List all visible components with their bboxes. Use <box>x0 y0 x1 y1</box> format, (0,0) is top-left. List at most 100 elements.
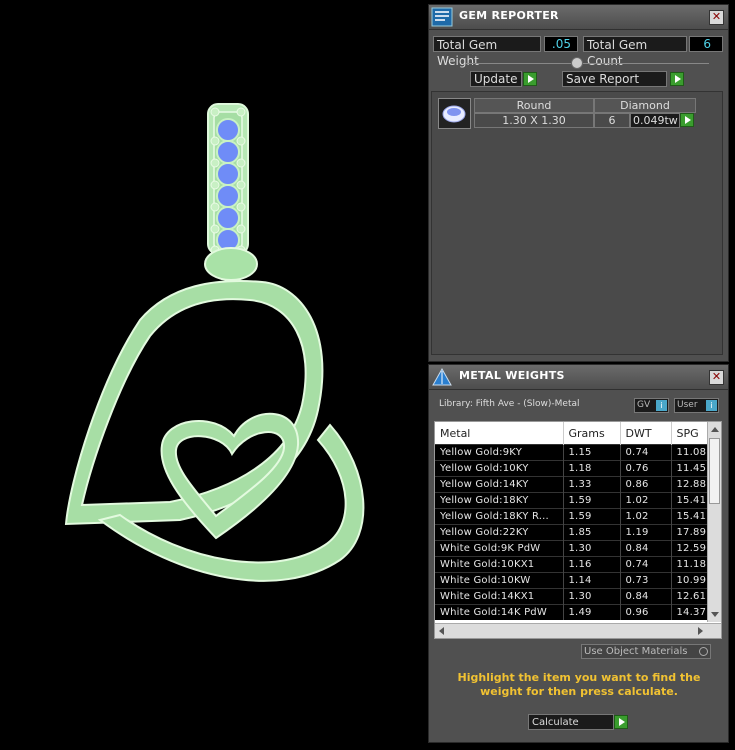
metal-name-cell: Yellow Gold:22KY <box>435 524 564 541</box>
scroll-down-icon[interactable] <box>711 612 719 617</box>
table-row[interactable]: Yellow Gold:14KY 1.33 0.86 12.88 <box>435 476 708 493</box>
column-header[interactable]: Metal <box>435 422 564 445</box>
metal-name-cell: Yellow Gold:9KY <box>435 444 564 461</box>
gem-details-button[interactable] <box>680 113 694 127</box>
metal-name-cell: Yellow Gold:18KY R... <box>435 508 564 525</box>
gv-label: GV <box>637 400 651 410</box>
update-label: Update <box>470 71 522 87</box>
calculate-hint: Highlight the item you want to find the … <box>457 671 701 698</box>
grams-cell: 1.33 <box>563 476 621 493</box>
spg-cell: 15.41 <box>671 508 708 525</box>
pendant-bail <box>207 103 249 255</box>
vertical-scrollbar[interactable] <box>707 422 721 622</box>
grams-cell: 1.59 <box>563 508 621 525</box>
gem-weight: 0.049tw <box>630 113 680 128</box>
spg-cell: 12.88 <box>671 476 708 493</box>
gem-row[interactable]: Round Diamond 1.30 X 1.30 6 0.049tw <box>438 98 696 130</box>
table-row[interactable]: Yellow Gold:18KY 1.59 1.02 15.41 <box>435 492 708 509</box>
column-header[interactable]: Grams <box>563 422 621 445</box>
close-icon[interactable]: ✕ <box>709 10 724 25</box>
table-row[interactable]: Yellow Gold:9KY 1.15 0.74 11.08 <box>435 444 708 461</box>
panel-splitter[interactable] <box>465 63 709 64</box>
table-row[interactable]: White Gold:10KX1 1.16 0.74 11.18 <box>435 556 708 573</box>
metal-name-cell: White Gold:10KW <box>435 572 564 589</box>
table-row[interactable]: Yellow Gold:22KY 1.85 1.19 17.89 <box>435 524 708 541</box>
gem-reporter-titlebar[interactable]: GEM REPORTER ✕ <box>429 5 728 30</box>
spg-cell: 10.99 <box>671 572 708 589</box>
gem-reporter-panel: GEM REPORTER ✕ Total Gem Weight .05 Tota… <box>428 4 729 362</box>
scroll-thumb[interactable] <box>709 438 720 504</box>
metal-weights-titlebar[interactable]: METAL WEIGHTS ✕ <box>429 365 728 390</box>
spg-cell: 11.45 <box>671 460 708 477</box>
total-gem-weight-label: Total Gem Weight <box>433 36 541 68</box>
table-row[interactable]: White Gold:14KX1 1.30 0.84 12.61 <box>435 588 708 605</box>
dwt-cell: 0.86 <box>620 476 672 493</box>
dwt-cell: 0.96 <box>620 604 672 620</box>
table-row[interactable]: Yellow Gold:18KY R... 1.59 1.02 15.41 <box>435 508 708 525</box>
heart-pendant-model <box>64 103 365 582</box>
spg-cell: 12.61 <box>671 588 708 605</box>
grams-cell: 1.30 <box>563 588 621 605</box>
metal-weights-table: Metal Grams DWT SPG Yellow Gold:9KY 1.15 0… <box>434 421 722 639</box>
grams-cell: 1.30 <box>563 540 621 557</box>
metal-name-cell: Yellow Gold:10KY <box>435 460 564 477</box>
table-row[interactable]: White Gold:14K PdW 1.49 0.96 14.37 <box>435 604 708 620</box>
gem-report-icon <box>431 7 453 27</box>
library-label: Library: Fifth Ave - (Slow)-Metal <box>439 399 580 409</box>
splitter-handle-icon[interactable] <box>571 57 583 69</box>
gem-material: Diamond <box>594 98 696 113</box>
column-header[interactable]: DWT <box>620 422 672 445</box>
metal-weights-title: METAL WEIGHTS <box>459 369 565 382</box>
gem-reporter-title: GEM REPORTER <box>459 9 559 22</box>
total-gem-weight-value: .05 <box>544 36 578 52</box>
dwt-cell: 0.74 <box>620 556 672 573</box>
user-select[interactable]: User i <box>674 398 719 413</box>
user-label: User <box>677 400 698 410</box>
table-row[interactable]: Yellow Gold:10KY 1.18 0.76 11.45 <box>435 460 708 477</box>
horizontal-scrollbar[interactable] <box>435 623 721 638</box>
gem-list: Round Diamond 1.30 X 1.30 6 0.049tw <box>431 91 723 355</box>
use-object-materials-label: Use Object Materials <box>584 646 688 657</box>
use-object-materials-toggle[interactable]: Use Object Materials <box>581 644 711 659</box>
metal-name-cell: Yellow Gold:14KY <box>435 476 564 493</box>
dwt-cell: 0.84 <box>620 588 672 605</box>
info-icon: i <box>706 400 717 411</box>
metal-name-cell: White Gold:10KX1 <box>435 556 564 573</box>
metal-scale-icon <box>431 367 453 387</box>
grams-cell: 1.85 <box>563 524 621 541</box>
spg-cell: 17.89 <box>671 524 708 541</box>
dwt-cell: 0.74 <box>620 444 672 461</box>
table-row[interactable]: White Gold:9K PdW 1.30 0.84 12.59 <box>435 540 708 557</box>
round-gem-icon <box>438 98 471 129</box>
grams-cell: 1.15 <box>563 444 621 461</box>
grams-cell: 1.59 <box>563 492 621 509</box>
table-header: Metal Grams DWT SPG <box>435 422 708 445</box>
scroll-up-icon[interactable] <box>711 427 719 432</box>
jump-ring <box>204 247 258 281</box>
metal-name-cell: White Gold:9K PdW <box>435 540 564 557</box>
grams-cell: 1.18 <box>563 460 621 477</box>
gem-count: 6 <box>594 113 630 128</box>
table-row[interactable]: White Gold:10KW 1.14 0.73 10.99 <box>435 572 708 589</box>
calculate-button[interactable] <box>614 715 628 729</box>
calculate-label: Calculate <box>528 714 614 730</box>
gem-shape: Round <box>474 98 594 113</box>
update-button[interactable] <box>523 72 537 86</box>
gv-select[interactable]: GV i <box>634 398 669 413</box>
scroll-right-icon[interactable] <box>698 627 703 635</box>
save-report-label: Save Report <box>562 71 667 87</box>
close-icon[interactable]: ✕ <box>709 370 724 385</box>
gem-size: 1.30 X 1.30 <box>474 113 594 128</box>
dwt-cell: 0.84 <box>620 540 672 557</box>
radio-icon <box>699 647 708 656</box>
spg-cell: 11.18 <box>671 556 708 573</box>
column-header[interactable]: SPG <box>671 422 708 445</box>
metal-name-cell: Yellow Gold:18KY <box>435 492 564 509</box>
save-report-button[interactable] <box>670 72 684 86</box>
total-gem-count-label: Total Gem Count <box>583 36 687 68</box>
3d-viewport[interactable] <box>0 0 425 750</box>
spg-cell: 15.41 <box>671 492 708 509</box>
scroll-left-icon[interactable] <box>439 627 444 635</box>
grams-cell: 1.16 <box>563 556 621 573</box>
dwt-cell: 1.02 <box>620 508 672 525</box>
